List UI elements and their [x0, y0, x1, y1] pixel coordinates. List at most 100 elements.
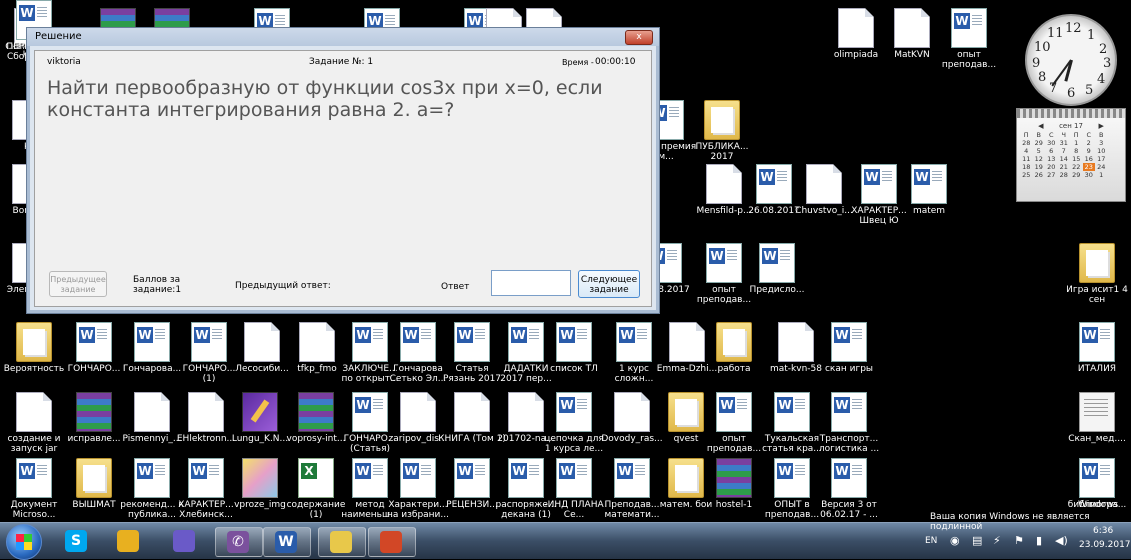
taskbar-app-viber[interactable]: ✆ [215, 527, 263, 557]
previous-task-button[interactable]: Предыдущее задание [49, 271, 107, 297]
taskbar-app-save-disk[interactable] [162, 527, 208, 555]
calendar-day[interactable]: 1 [1070, 139, 1083, 147]
calendar-day[interactable]: 7 [1058, 147, 1071, 155]
word-doc-icon [556, 392, 592, 432]
desktop-icon[interactable]: ИТАЛИЯ [1063, 322, 1131, 394]
dialog-body: viktoria Задание №: 1 Время - 00:00:10 Н… [34, 50, 652, 307]
calendar-day[interactable]: 26 [1033, 171, 1046, 179]
word-doc-icon [16, 458, 52, 498]
calendar-day[interactable]: 28 [1020, 139, 1033, 147]
calendar-day[interactable]: 12 [1033, 155, 1046, 163]
document-icon [806, 164, 842, 204]
calendar-day[interactable]: 17 [1095, 155, 1108, 163]
clock-number: 2 [1099, 42, 1108, 57]
calendar-day[interactable]: 31 [1058, 139, 1071, 147]
taskbar-app-chrome[interactable] [106, 527, 152, 555]
desktop-icon[interactable]: опыт преподав... [935, 8, 1003, 80]
tray-icon[interactable]: ▤ [972, 534, 982, 547]
calendar-day[interactable]: 8 [1070, 147, 1083, 155]
calendar-day[interactable]: 20 [1045, 163, 1058, 171]
document-icon [188, 392, 224, 432]
calendar-gadget[interactable]: ◀ сен 17 ▶ П В С Ч П С В 28 29 30 31 1 2 3 4 5 6 7 8 9 10 11 1… [1016, 108, 1126, 202]
network-icon[interactable]: ◉ [950, 534, 960, 547]
calendar-day[interactable]: 19 [1033, 163, 1046, 171]
power-icon[interactable]: ⚡ [993, 534, 1001, 547]
word-doc-icon [1079, 458, 1115, 498]
word-doc-icon [614, 458, 650, 498]
calendar-binding [1017, 109, 1125, 118]
desktop-icon[interactable]: Предисло... [743, 243, 811, 315]
calendar-day[interactable]: 27 [1045, 171, 1058, 179]
clock-gadget[interactable]: 12 1 2 3 4 5 6 7 8 9 10 11 [1025, 14, 1117, 106]
calendar-day[interactable]: 10 [1095, 147, 1108, 155]
calendar-day[interactable]: 5 [1033, 147, 1046, 155]
calendar-day[interactable]: 29 [1070, 171, 1083, 179]
answer-input[interactable] [491, 270, 571, 296]
calendar-day[interactable]: 6 [1045, 147, 1058, 155]
calendar-day[interactable]: 28 [1058, 171, 1071, 179]
next-task-button[interactable]: Следующее задание [578, 270, 640, 298]
windows-logo-lower-icon [16, 542, 32, 550]
calendar-day[interactable]: 23 [1082, 163, 1095, 171]
word-icon: W [275, 531, 297, 553]
calendar-day[interactable]: 22 [1070, 163, 1083, 171]
desktop-icon[interactable]: Транспорт... логистика ... [815, 392, 883, 464]
calendar-day[interactable]: 11 [1020, 155, 1033, 163]
document-icon [299, 322, 335, 362]
calendar-day[interactable]: 29 [1033, 139, 1046, 147]
desktop-icon[interactable]: Документ Microso... [0, 458, 68, 530]
word-doc-icon [556, 458, 592, 498]
taskbar-app-powerpoint[interactable] [368, 527, 416, 557]
calendar-prev-icon[interactable]: ◀ [1038, 122, 1059, 130]
start-button[interactable] [6, 524, 42, 560]
desktop-icon[interactable]: Скан_мед.... [1063, 392, 1131, 464]
desktop-icon[interactable]: ПУБЛИКА... 2017 [688, 100, 756, 172]
document-icon [508, 392, 544, 432]
desktop-icon[interactable]: скан игры [815, 322, 883, 394]
dialog-titlebar[interactable]: Решение x [27, 28, 659, 46]
desktop-icon[interactable]: Вероятность [0, 322, 68, 394]
calendar-next-icon[interactable]: ▶ [1083, 122, 1104, 130]
word-doc-icon [756, 164, 792, 204]
clock-number: 3 [1103, 56, 1112, 71]
calendar-day[interactable]: 2 [1083, 139, 1096, 147]
taskbar-app-explorer[interactable] [318, 527, 366, 557]
language-indicator[interactable]: EN [925, 536, 937, 546]
calendar-month: ◀ сен 17 ▶ [1017, 122, 1125, 130]
word-doc-icon [911, 164, 947, 204]
taskbar-app-word[interactable]: W [263, 527, 311, 557]
calendar-day[interactable]: 9 [1083, 147, 1096, 155]
calendar-day[interactable]: 3 [1095, 139, 1108, 147]
calendar-day[interactable]: 24 [1095, 163, 1108, 171]
word-doc-icon [831, 322, 867, 362]
flag-icon[interactable]: ⚑ [1014, 534, 1024, 547]
calendar-day[interactable]: 18 [1020, 163, 1033, 171]
calendar-day[interactable]: 13 [1045, 155, 1058, 163]
taskbar-date[interactable]: 23.09.2017 [1079, 540, 1131, 550]
calendar-day[interactable]: 15 [1070, 155, 1083, 163]
calendar-day[interactable]: 16 [1083, 155, 1096, 163]
word-doc-icon [400, 458, 436, 498]
calendar-day[interactable]: 30 [1045, 139, 1058, 147]
document-icon [400, 392, 436, 432]
desktop-icon-label: Транспорт... логистика ... [818, 434, 880, 454]
document-icon [838, 8, 874, 48]
desktop-icon[interactable]: Версия 3 от 06.02.17 - ... [815, 458, 883, 530]
desktop-icon[interactable]: matem [895, 164, 963, 236]
taskbar-app-skype[interactable]: S [54, 527, 100, 555]
volume-icon[interactable]: ◀) [1055, 534, 1068, 547]
close-button[interactable]: x [625, 30, 653, 45]
desktop-icon[interactable]: Игра исит1 4 сен [1063, 243, 1131, 315]
calendar-day[interactable]: 1 [1095, 171, 1108, 179]
calendar-day[interactable]: 25 [1020, 171, 1033, 179]
desktop-icon[interactable]: создание и запуск jar [0, 392, 68, 464]
calendar-day[interactable]: 14 [1058, 155, 1071, 163]
calendar-day[interactable]: 21 [1058, 163, 1071, 171]
calendar-day[interactable]: 30 [1083, 171, 1096, 179]
desktop-icon-label: Предисло... [749, 285, 805, 295]
signal-icon[interactable]: ▮ [1036, 534, 1042, 547]
desktop-icon[interactable]: работа [700, 322, 768, 394]
desktop-icon[interactable]: список ТЛ [540, 322, 608, 394]
desktop-icon-label: Вероятность [3, 364, 65, 374]
calendar-day[interactable]: 4 [1020, 147, 1033, 155]
